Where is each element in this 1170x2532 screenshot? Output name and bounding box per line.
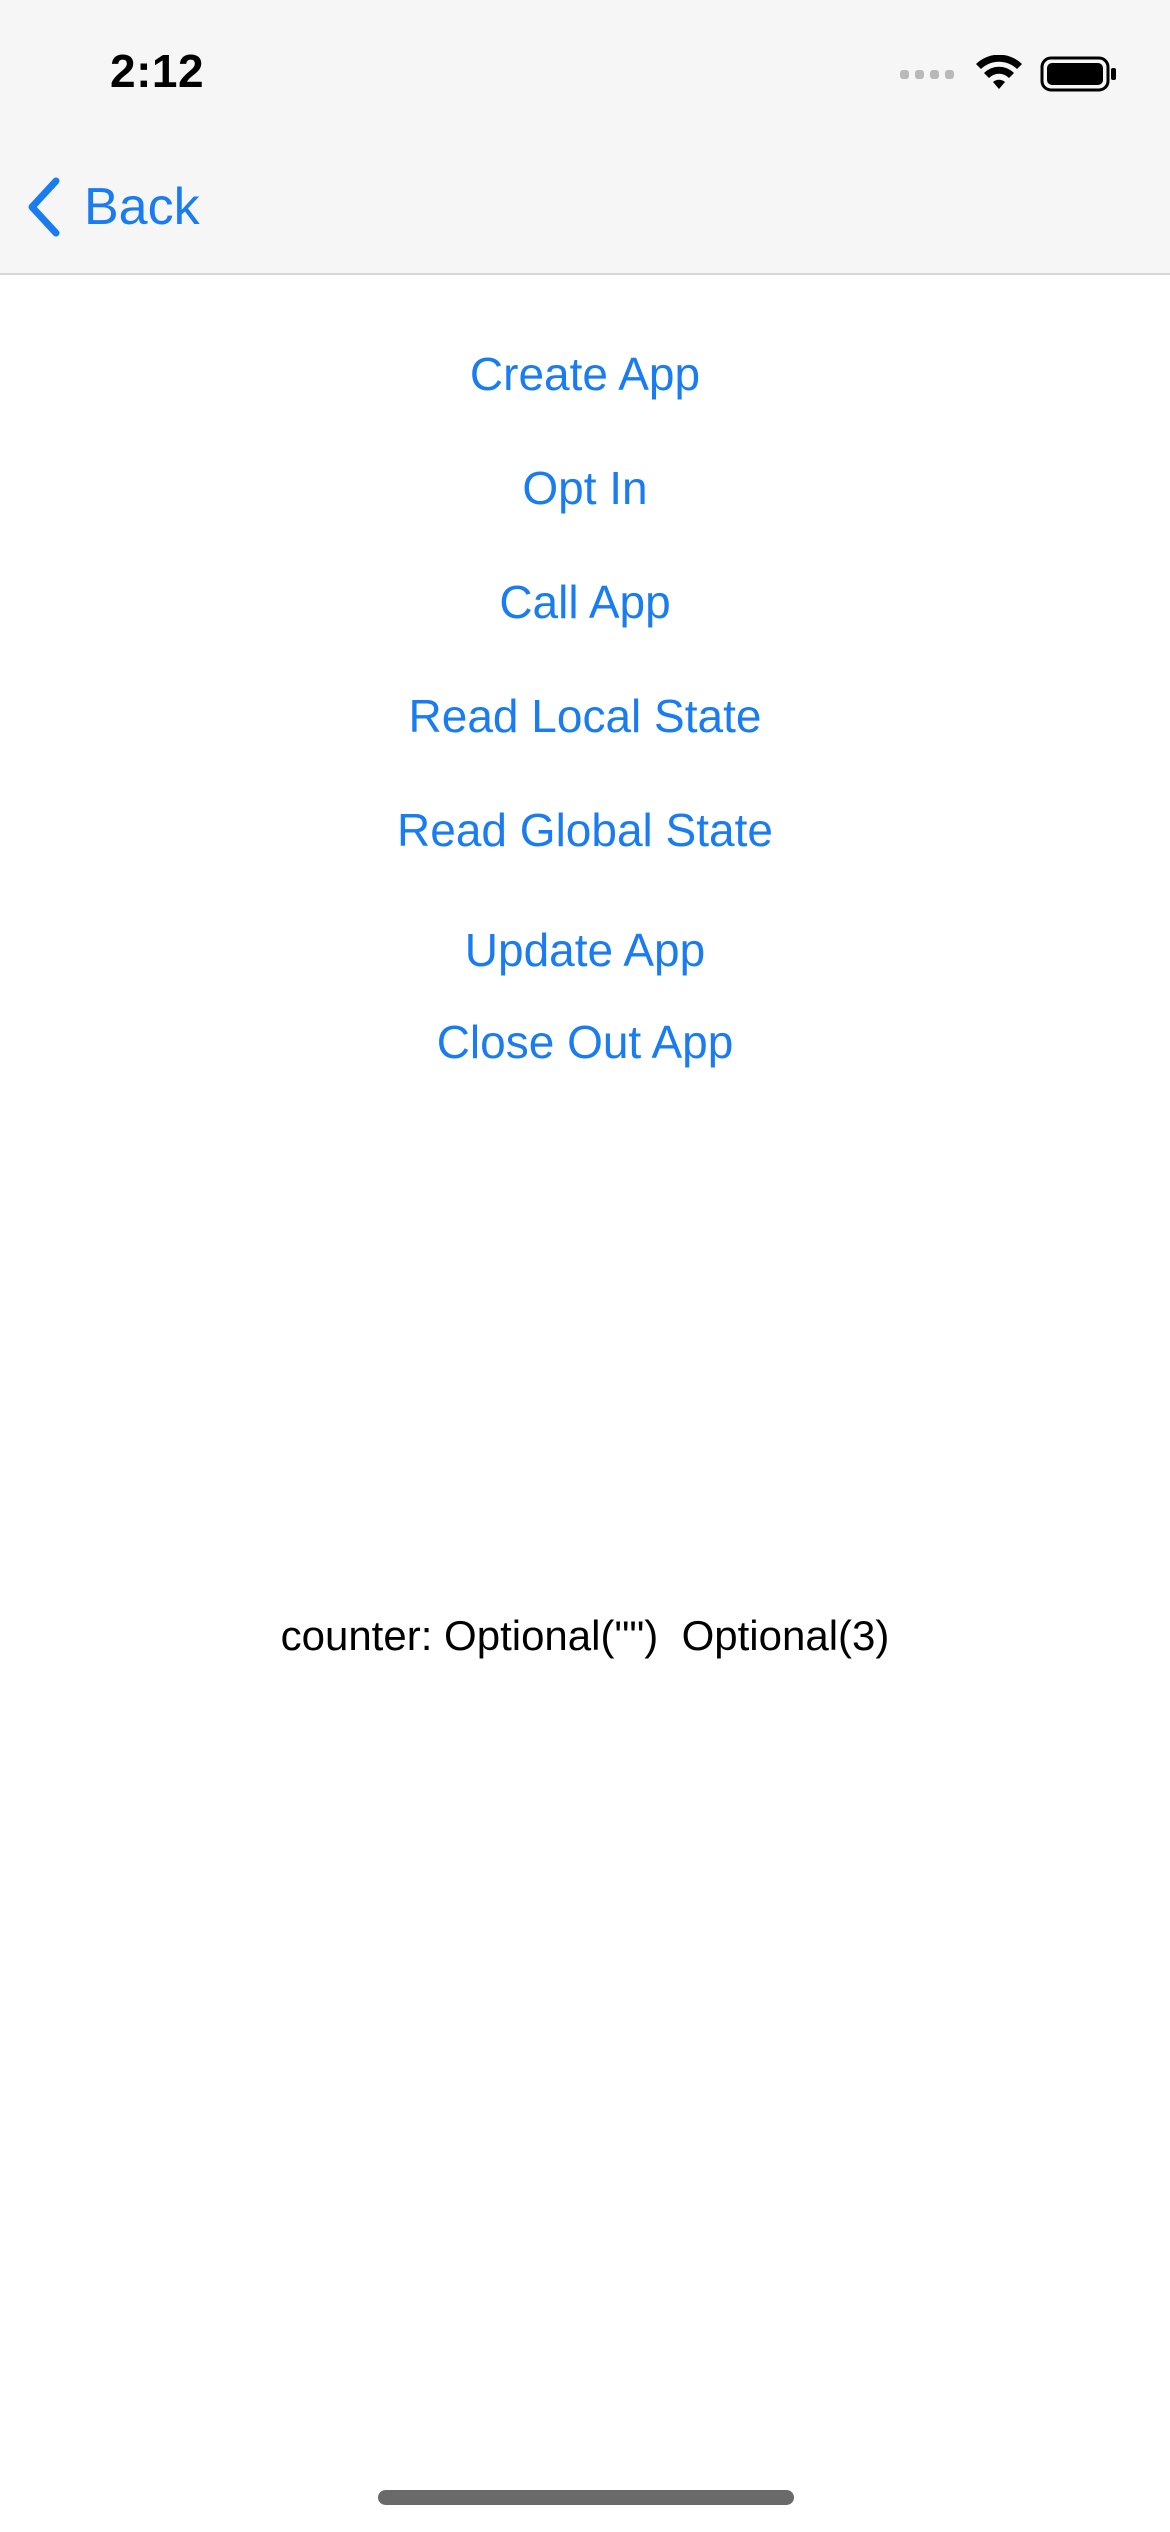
back-button[interactable]: Back — [24, 172, 200, 242]
navigation-bar: 2:12 Back — [0, 0, 1170, 275]
chevron-left-icon — [28, 177, 60, 237]
counter-output-text: counter: Optional("") Optional(3) — [280, 1612, 890, 1659]
read-local-state-button[interactable]: Read Local State — [0, 686, 1170, 746]
home-indicator[interactable] — [378, 2490, 794, 2505]
screen: 2:12 Back Create App Opt In Call App Rea… — [0, 0, 1170, 2532]
call-app-button[interactable]: Call App — [0, 572, 1170, 632]
wifi-icon — [976, 55, 1022, 89]
back-label: Back — [84, 178, 200, 236]
read-global-state-button[interactable]: Read Global State — [0, 800, 1170, 860]
opt-in-button[interactable]: Opt In — [0, 458, 1170, 518]
battery-icon — [1040, 56, 1116, 92]
status-icons — [900, 52, 1118, 96]
status-time: 2:12 — [110, 45, 205, 97]
cellular-signal-icon — [900, 69, 954, 79]
create-app-button[interactable]: Create App — [0, 344, 1170, 404]
update-app-button[interactable]: Update App — [0, 920, 1170, 980]
close-out-app-button[interactable]: Close Out App — [0, 1012, 1170, 1072]
